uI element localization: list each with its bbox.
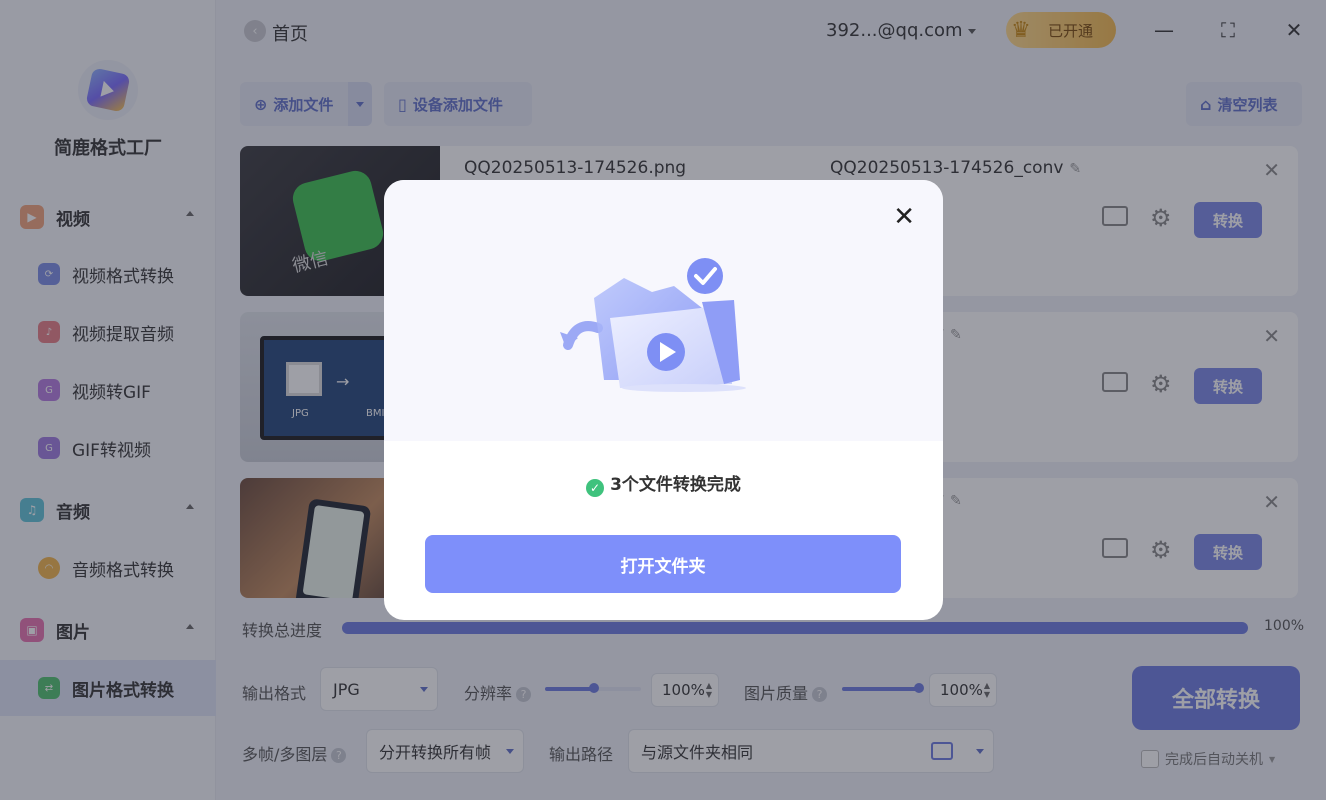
close-dialog-icon[interactable]: ✕ [893,204,915,230]
conversion-complete-dialog: ✕ ✓ 3个文件转换完成 打开文件夹 [384,180,943,620]
check-circle-icon: ✓ [586,479,605,497]
dialog-illustration [384,180,943,441]
completion-message: ✓ 3个文件转换完成 [384,470,943,497]
open-folder-button[interactable]: 打开文件夹 [425,535,901,593]
folder-video-illustration [560,258,746,392]
